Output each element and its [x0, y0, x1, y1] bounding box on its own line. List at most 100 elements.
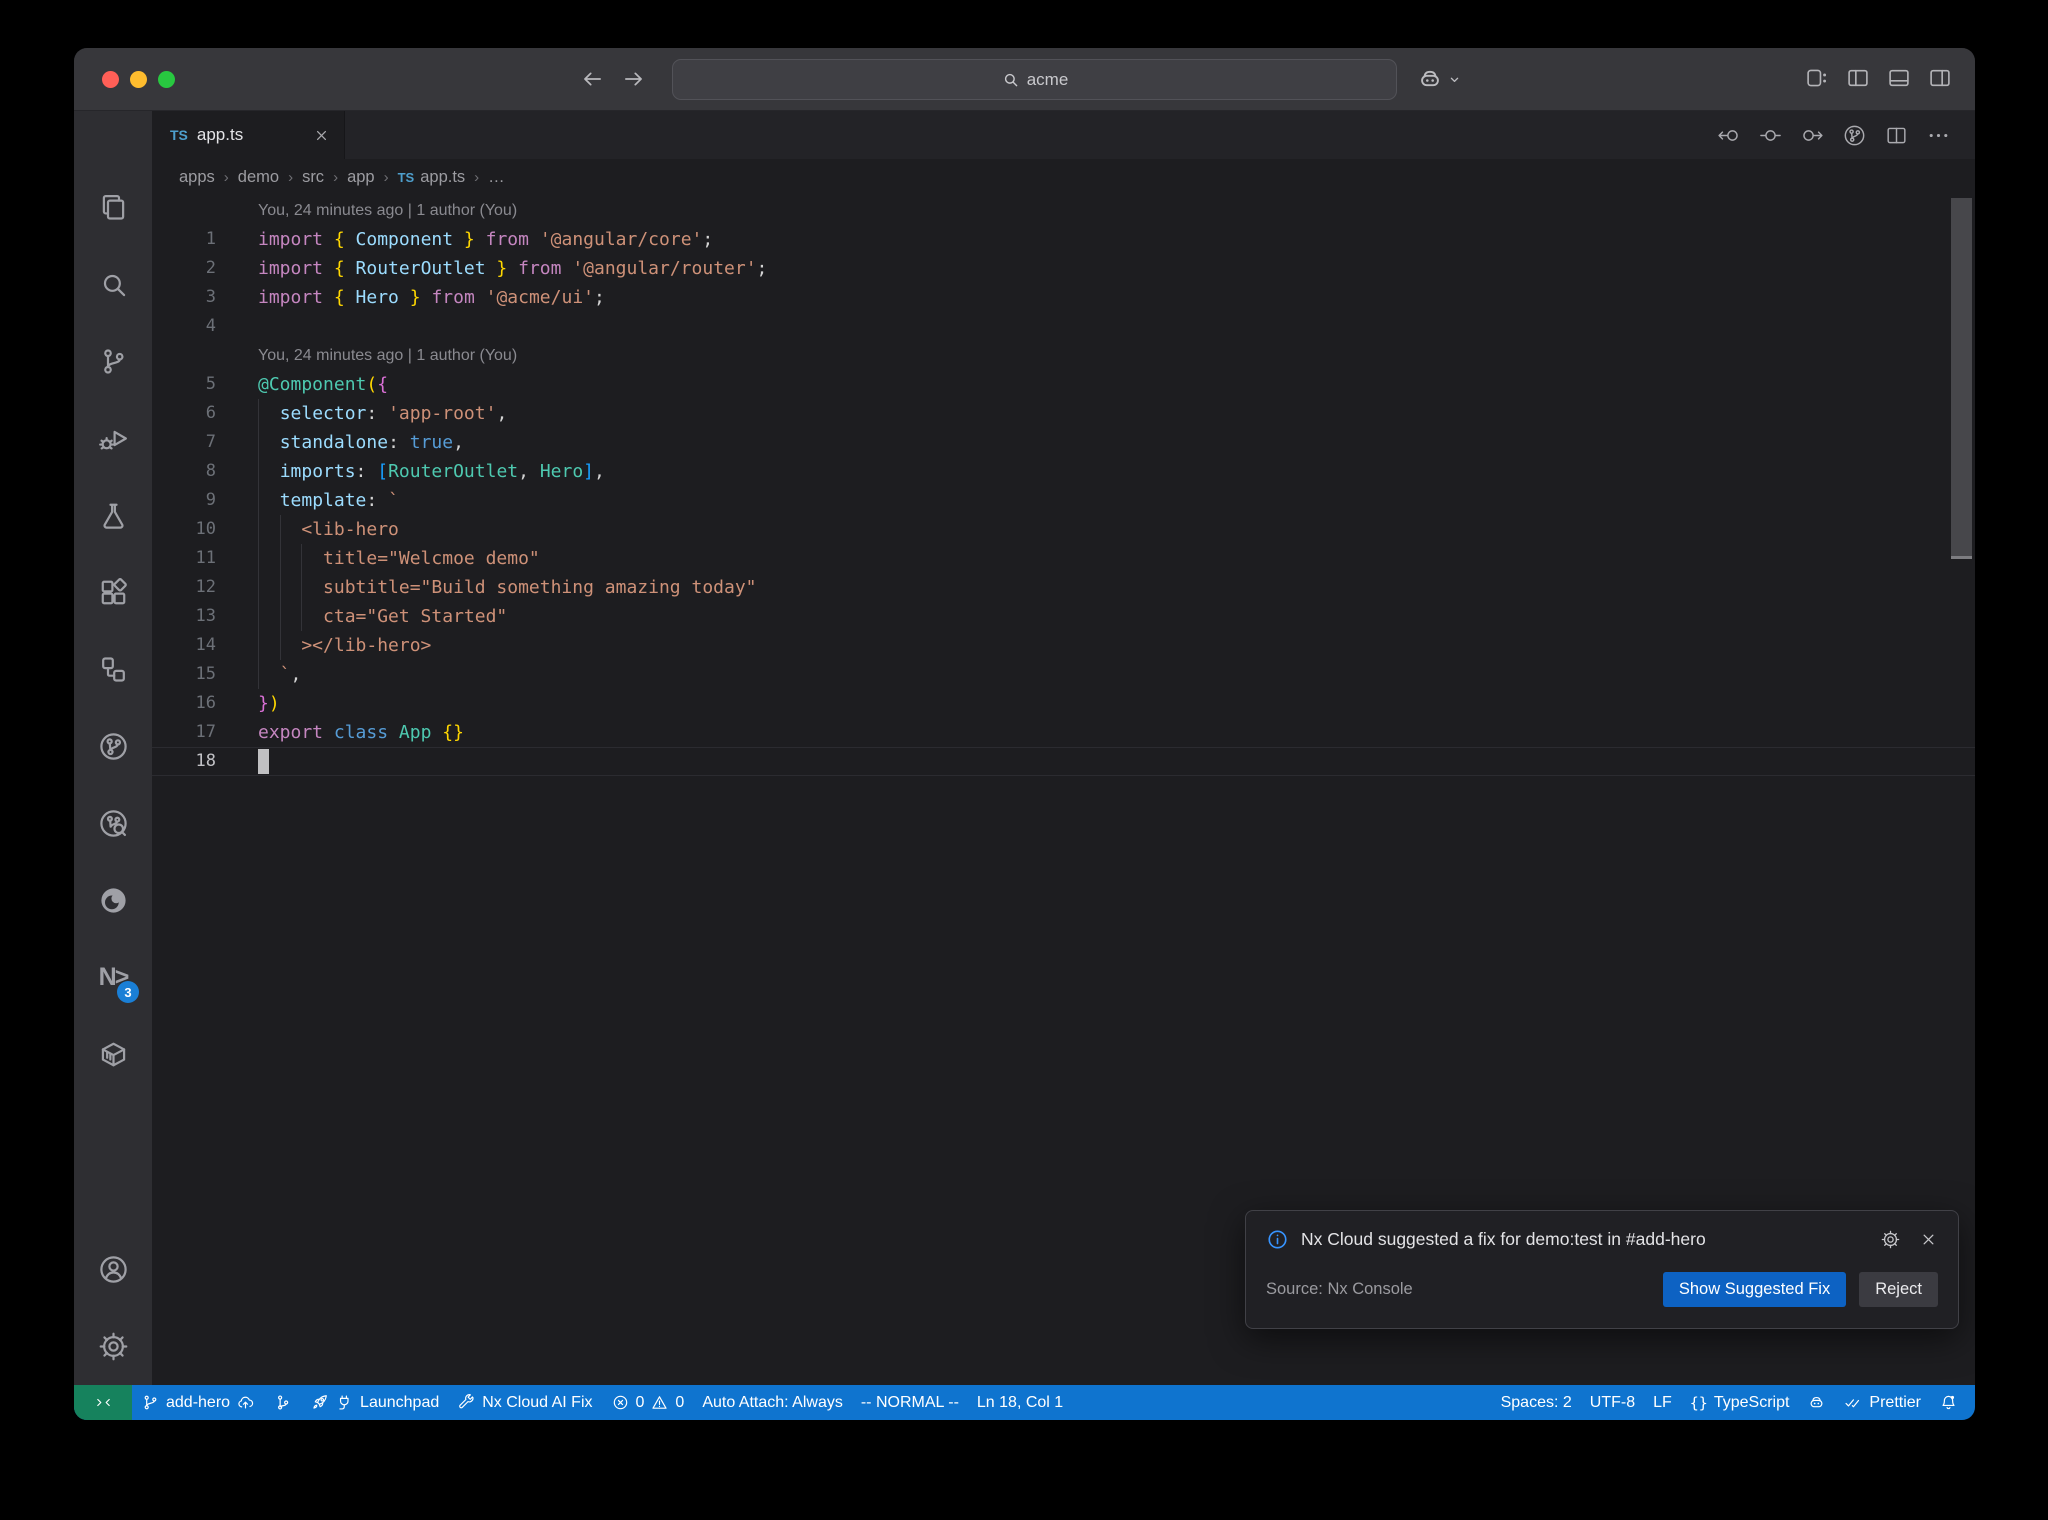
code-line-10[interactable]: 10 <lib-hero — [152, 515, 1975, 544]
line-number[interactable]: 18 — [152, 747, 216, 776]
line-number[interactable]: 10 — [152, 515, 216, 544]
next-change-button[interactable] — [1800, 123, 1825, 148]
code-editor[interactable]: You, 24 minutes ago | 1 author (You) 1 imp… — [152, 196, 1975, 1385]
status-branch[interactable]: add-hero — [132, 1385, 264, 1420]
navigate-forward-button[interactable] — [621, 66, 647, 92]
copilot-menu-button[interactable] — [1416, 65, 1462, 93]
activity-testing[interactable] — [74, 477, 152, 554]
code-line-8[interactable]: 8 imports: [RouterOutlet, Hero], — [152, 457, 1975, 486]
line-number[interactable]: 6 — [152, 399, 216, 428]
line-number[interactable]: 12 — [152, 573, 216, 602]
line-number[interactable]: 16 — [152, 689, 216, 718]
tab-app-ts[interactable]: TS app.ts — [152, 111, 345, 159]
line-number[interactable]: 3 — [152, 283, 216, 312]
notification-settings-gear-icon[interactable] — [1880, 1229, 1901, 1250]
line-number[interactable]: 17 — [152, 718, 216, 747]
line-number[interactable]: 1 — [152, 225, 216, 254]
line-number[interactable]: 4 — [152, 312, 216, 341]
status-language[interactable]: {} TypeScript — [1681, 1385, 1799, 1420]
status-indentation[interactable]: Spaces: 2 — [1492, 1385, 1581, 1420]
code-line-5[interactable]: 5 @Component({ — [152, 370, 1975, 399]
prev-change-button[interactable] — [1716, 123, 1741, 148]
code-line-7[interactable]: 7 standalone: true, — [152, 428, 1975, 457]
breadcrumb-item[interactable]: … — [488, 168, 505, 187]
activity-settings[interactable] — [74, 1308, 152, 1385]
line-number[interactable]: 11 — [152, 544, 216, 573]
activity-run-and-debug[interactable] — [74, 400, 152, 477]
code-line-3[interactable]: 3 import { Hero } from '@acme/ui'; — [152, 283, 1975, 312]
code-line-14[interactable]: 14 ></lib-hero> — [152, 631, 1975, 660]
status-cursor-position[interactable]: Ln 18, Col 1 — [968, 1385, 1072, 1420]
status-notifications[interactable] — [1930, 1385, 1967, 1420]
line-number[interactable]: 9 — [152, 486, 216, 515]
activity-project-structure[interactable] — [74, 631, 152, 708]
status-launchpad[interactable]: Launchpad — [301, 1385, 448, 1420]
code-line-15[interactable]: 15 `, — [152, 660, 1975, 689]
breadcrumb-item[interactable]: src — [302, 168, 324, 187]
code-line-1[interactable]: 1 import { Component } from '@angular/cor… — [152, 225, 1975, 254]
line-number[interactable]: 14 — [152, 631, 216, 660]
layout-customize-button[interactable] — [1804, 65, 1830, 91]
status-problems[interactable]: 00 — [602, 1385, 694, 1420]
line-number[interactable]: 5 — [152, 370, 216, 399]
code-line-17[interactable]: 17 export class App {} — [152, 718, 1975, 747]
editor-scrollbar[interactable] — [1951, 198, 1972, 556]
close-tab-button[interactable] — [313, 127, 330, 144]
close-window-button[interactable] — [102, 71, 119, 88]
code-line-18[interactable]: 18 — [152, 747, 1975, 776]
line-number[interactable]: 8 — [152, 457, 216, 486]
status-nx-cloud-ai-fix[interactable]: Nx Cloud AI Fix — [448, 1385, 601, 1420]
status-git-graph[interactable] — [264, 1385, 301, 1420]
notification-close-icon[interactable] — [1919, 1230, 1938, 1249]
breadcrumb-item[interactable]: app — [347, 168, 375, 187]
code-line-11[interactable]: 11 title="Welcmoe demo" — [152, 544, 1975, 573]
activity-extensions[interactable] — [74, 554, 152, 631]
code-line-6[interactable]: 6 selector: 'app-root', — [152, 399, 1975, 428]
breadcrumb-item[interactable]: apps — [179, 168, 215, 187]
activity-explorer[interactable] — [74, 169, 152, 246]
command-center-search[interactable]: acme — [672, 59, 1397, 100]
activity-containers[interactable] — [74, 1016, 152, 1093]
line-number[interactable]: 13 — [152, 602, 216, 631]
layout-sidebar-right-button[interactable] — [1927, 65, 1953, 91]
minimize-window-button[interactable] — [130, 71, 147, 88]
activity-git-graph[interactable] — [74, 708, 152, 785]
code-line-2[interactable]: 2 import { RouterOutlet } from '@angular/… — [152, 254, 1975, 283]
breadcrumb-item[interactable]: demo — [238, 168, 279, 187]
status-remote-indicator[interactable] — [74, 1385, 132, 1420]
status-auto-attach[interactable]: Auto Attach: Always — [693, 1385, 852, 1420]
breadcrumb-label: … — [488, 168, 505, 186]
maximize-window-button[interactable] — [158, 71, 175, 88]
layout-panel-button[interactable] — [1886, 65, 1912, 91]
breadcrumb-item[interactable]: TS app.ts — [398, 168, 466, 187]
reject-button[interactable]: Reject — [1859, 1272, 1938, 1307]
code-line-16[interactable]: 16}) — [152, 689, 1975, 718]
line-number[interactable]: 2 — [152, 254, 216, 283]
split-editor-button[interactable] — [1884, 123, 1909, 148]
code-line-4[interactable]: 4 — [152, 312, 1975, 341]
activity-git-graph-search[interactable] — [74, 785, 152, 862]
status-copilot[interactable] — [1798, 1385, 1835, 1420]
layout-sidebar-left-button[interactable] — [1845, 65, 1871, 91]
status-encoding[interactable]: UTF-8 — [1581, 1385, 1644, 1420]
activity-search[interactable] — [74, 246, 152, 323]
blame-annotation[interactable]: You, 24 minutes ago | 1 author (You) — [152, 341, 1975, 370]
activity-source-control[interactable] — [74, 323, 152, 400]
status-eol[interactable]: LF — [1644, 1385, 1681, 1420]
activity-nx-console[interactable]: N> 3 — [74, 939, 152, 1016]
blame-annotation[interactable]: You, 24 minutes ago | 1 author (You) — [152, 196, 1975, 225]
line-number[interactable]: 7 — [152, 428, 216, 457]
activity-edge-tools[interactable] — [74, 862, 152, 939]
git-graph-circle-sm-button[interactable] — [1842, 123, 1867, 148]
current-change-button[interactable] — [1758, 123, 1783, 148]
show-suggested-fix-button[interactable]: Show Suggested Fix — [1662, 1272, 1847, 1307]
activity-accounts[interactable] — [74, 1231, 152, 1308]
navigate-back-button[interactable] — [579, 66, 605, 92]
line-number[interactable]: 15 — [152, 660, 216, 689]
code-line-13[interactable]: 13 cta="Get Started" — [152, 602, 1975, 631]
status-formatter[interactable]: Prettier — [1835, 1385, 1930, 1420]
more-button[interactable] — [1926, 123, 1951, 148]
status-vim-mode[interactable]: -- NORMAL -- — [852, 1385, 968, 1420]
code-line-12[interactable]: 12 subtitle="Build something amazing tod… — [152, 573, 1975, 602]
code-line-9[interactable]: 9 template: ` — [152, 486, 1975, 515]
